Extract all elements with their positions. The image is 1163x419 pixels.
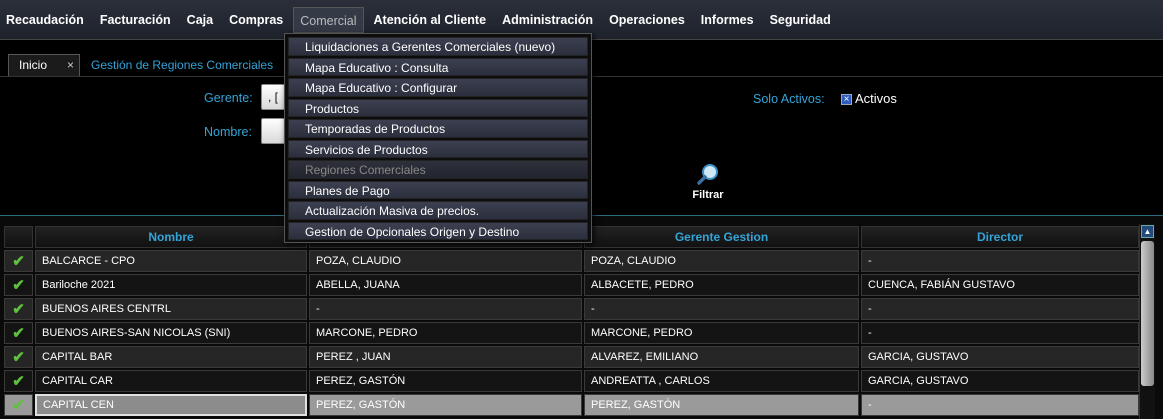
table-row[interactable]: ✔ BUENOS AIRES CENTRL - - - <box>4 298 1139 320</box>
table-row[interactable]: ✔ CAPITAL CAR PEREZ, GASTÓN ANDREATTA , … <box>4 370 1139 392</box>
menu-item-regiones-comerciales: Regiones Comerciales <box>288 160 588 179</box>
cell-gerente-comercial: ABELLA, JUANA <box>309 274 582 296</box>
cell-nombre: BUENOS AIRES-SAN NICOLAS (SNI) <box>35 322 307 344</box>
cell-nombre: BALCARCE - CPO <box>35 250 307 272</box>
cell-director: - <box>861 298 1139 320</box>
active-check-icon: ✔ <box>4 370 33 392</box>
column-header-director[interactable]: Director <box>861 226 1139 248</box>
cell-gerente-comercial: POZA, CLAUDIO <box>309 250 582 272</box>
column-header-status <box>4 226 33 248</box>
menu-item-liquidaciones[interactable]: Liquidaciones a Gerentes Comerciales (nu… <box>288 37 588 56</box>
cell-gerente-gestion: MARCONE, PEDRO <box>584 322 859 344</box>
menu-item-gestion-opcionales[interactable]: Gestion de Opcionales Origen y Destino <box>288 221 588 240</box>
menu-seguridad[interactable]: Seguridad <box>764 7 837 33</box>
table-row[interactable]: ✔ BUENOS AIRES-SAN NICOLAS (SNI) MARCONE… <box>4 322 1139 344</box>
menu-item-actualizacion-precios[interactable]: Actualización Masiva de precios. <box>288 201 588 220</box>
scroll-thumb[interactable] <box>1141 241 1154 386</box>
menu-atencion-cliente[interactable]: Atención al Cliente <box>368 7 493 33</box>
grid-scrollbar[interactable]: ▲ <box>1139 224 1155 419</box>
cell-nombre: CAPITAL BAR <box>35 346 307 368</box>
cell-gerente-comercial: PEREZ , JUAN <box>309 346 582 368</box>
cell-gerente-comercial: PEREZ, GASTÓN <box>309 394 582 416</box>
cell-gerente-gestion: ALBACETE, PEDRO <box>584 274 859 296</box>
active-check-icon: ✔ <box>4 322 33 344</box>
cell-gerente-gestion: ALVAREZ, EMILIANO <box>584 346 859 368</box>
active-check-icon: ✔ <box>4 250 33 272</box>
menu-operaciones[interactable]: Operaciones <box>603 7 691 33</box>
active-check-icon: ✔ <box>4 394 33 416</box>
table-row[interactable]: ✔ Bariloche 2021 ABELLA, JUANA ALBACETE,… <box>4 274 1139 296</box>
cell-director: GARCIA, GUSTAVO <box>861 346 1139 368</box>
menu-item-mapa-consulta[interactable]: Mapa Educativo : Consulta <box>288 57 588 76</box>
cell-director: - <box>861 394 1139 416</box>
cell-nombre: BUENOS AIRES CENTRL <box>35 298 307 320</box>
cell-director: CUENCA, FABIÁN GUSTAVO <box>861 274 1139 296</box>
table-row[interactable]: ✔ CAPITAL BAR PEREZ , JUAN ALVAREZ, EMIL… <box>4 346 1139 368</box>
menu-recaudacion[interactable]: Recaudación <box>0 7 90 33</box>
table-row[interactable]: ✔ BALCARCE - CPO POZA, CLAUDIO POZA, CLA… <box>4 250 1139 272</box>
results-grid-frame: Nombre Gerente Comercial Gerente Gestion… <box>0 215 1163 419</box>
filter-button[interactable]: Filtrar <box>683 163 733 203</box>
tab-close-icon[interactable]: × <box>67 55 74 75</box>
menu-administracion[interactable]: Administración <box>496 7 599 33</box>
scroll-up-icon[interactable]: ▲ <box>1141 225 1154 238</box>
tab-gestion-regiones[interactable]: Gestión de Regiones Comerciales <box>91 58 273 72</box>
menu-facturacion[interactable]: Facturación <box>94 7 177 33</box>
active-check-icon: ✔ <box>4 298 33 320</box>
menu-compras[interactable]: Compras <box>223 7 289 33</box>
magnifier-icon <box>697 164 718 185</box>
menu-comercial[interactable]: Comercial <box>293 6 364 33</box>
cell-nombre: CAPITAL CAR <box>35 370 307 392</box>
cell-gerente-gestion: POZA, CLAUDIO <box>584 250 859 272</box>
menu-item-planes-pago[interactable]: Planes de Pago <box>288 180 588 199</box>
comercial-dropdown-menu: Liquidaciones a Gerentes Comerciales (nu… <box>284 33 592 243</box>
nombre-label: Nombre: <box>204 125 252 139</box>
menu-item-mapa-configurar[interactable]: Mapa Educativo : Configurar <box>288 78 588 97</box>
cell-gerente-comercial: MARCONE, PEDRO <box>309 322 582 344</box>
menu-item-temporadas[interactable]: Temporadas de Productos <box>288 119 588 138</box>
activos-checkbox[interactable]: × <box>841 94 852 105</box>
solo-activos-label: Solo Activos: <box>753 92 825 106</box>
cell-nombre: Bariloche 2021 <box>35 274 307 296</box>
column-header-nombre[interactable]: Nombre <box>35 226 307 248</box>
table-row-selected[interactable]: ✔ CAPITAL CEN PEREZ, GASTÓN PEREZ, GASTÓ… <box>4 394 1139 416</box>
cell-gerente-gestion: - <box>584 298 859 320</box>
filter-label: Filtrar <box>692 189 724 201</box>
cell-gerente-gestion: PEREZ, GASTÓN <box>584 394 859 416</box>
menu-informes[interactable]: Informes <box>695 7 760 33</box>
menu-item-servicios[interactable]: Servicios de Productos <box>288 139 588 158</box>
cell-nombre: CAPITAL CEN <box>35 394 307 416</box>
tab-inicio-label: Inicio <box>19 58 48 72</box>
active-check-icon: ✔ <box>4 346 33 368</box>
activos-label: Activos <box>855 91 897 106</box>
gerente-label: Gerente: <box>204 91 253 105</box>
cell-director: - <box>861 322 1139 344</box>
cell-gerente-gestion: ANDREATTA , CARLOS <box>584 370 859 392</box>
tab-inicio[interactable]: Inicio × <box>8 54 80 76</box>
cell-director: GARCIA, GUSTAVO <box>861 370 1139 392</box>
menu-caja[interactable]: Caja <box>181 7 219 33</box>
results-table: Nombre Gerente Comercial Gerente Gestion… <box>2 224 1141 418</box>
cell-gerente-comercial: PEREZ, GASTÓN <box>309 370 582 392</box>
column-header-gerente-gestion[interactable]: Gerente Gestion <box>584 226 859 248</box>
cell-director: - <box>861 250 1139 272</box>
menu-item-productos[interactable]: Productos <box>288 98 588 117</box>
active-check-icon: ✔ <box>4 274 33 296</box>
cell-gerente-comercial: - <box>309 298 582 320</box>
